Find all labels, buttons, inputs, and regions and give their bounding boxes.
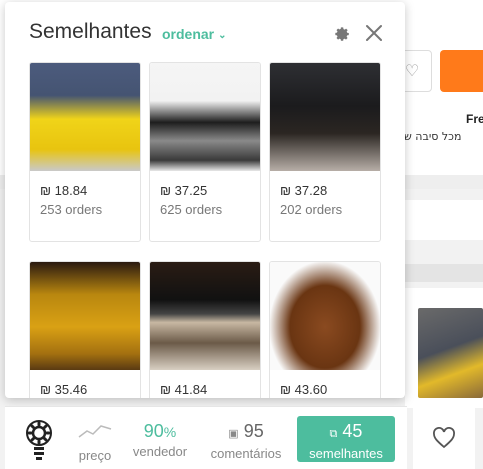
similar-button[interactable]: ⧉ 45 semelhantes: [297, 416, 395, 462]
price-stat[interactable]: preço: [75, 421, 115, 463]
product-card[interactable]: ₪ 37.25 625 orders: [149, 62, 261, 242]
product-card[interactable]: ₪ 37.28 202 orders: [269, 62, 381, 242]
similar-label: semelhantes: [309, 446, 383, 461]
heart-icon: [433, 426, 455, 448]
background-line: [405, 264, 483, 282]
product-image-brown-shoes: [270, 262, 380, 370]
product-price: ₪ 37.28: [280, 183, 328, 198]
product-image-girl-outfit: [150, 63, 260, 171]
background-product-image[interactable]: [418, 308, 483, 398]
comments-stat[interactable]: ▣ 95 comentários: [203, 421, 289, 461]
product-orders: 625 orders: [160, 202, 223, 217]
product-price: ₪ 41.84: [160, 382, 208, 397]
buy-now-button[interactable]: [440, 50, 483, 92]
product-price: ₪ 43.60: [280, 382, 328, 397]
product-image-tan-boots: [30, 262, 140, 370]
favorite-button[interactable]: [413, 406, 475, 469]
similar-products-panel: Semelhantes ordenar ⌄ ₪ 18.84 253 orders…: [5, 2, 405, 398]
product-image-black-boots: [270, 63, 380, 171]
product-card[interactable]: ₪ 18.84 253 orders: [29, 62, 141, 242]
seller-label: vendedor: [132, 444, 188, 459]
product-orders: 253 orders: [40, 202, 103, 217]
price-trend-icon: [78, 425, 112, 438]
camera-icon: ▣: [228, 428, 239, 440]
background-strip: [405, 200, 483, 240]
product-card[interactable]: ₪ 35.46: [29, 261, 141, 398]
product-price: ₪ 37.25: [160, 183, 208, 198]
seller-score-unit: %: [163, 424, 177, 440]
product-orders: 202 orders: [280, 202, 343, 217]
gear-icon[interactable]: [331, 24, 351, 44]
product-price: ₪ 18.84: [40, 183, 88, 198]
price-label: preço: [78, 448, 112, 463]
heart-outline-icon: ♡: [404, 63, 420, 80]
comments-count: 95: [243, 421, 264, 441]
product-image-yellow-boots: [30, 63, 140, 171]
similar-count: 45: [342, 421, 363, 441]
comments-label: comentários: [210, 446, 282, 461]
chevron-down-icon: ⌄: [218, 29, 227, 41]
product-card[interactable]: ₪ 41.84: [149, 261, 261, 398]
product-image-ankle-boots: [150, 262, 260, 370]
free-shipping-label: Fre: [466, 112, 483, 126]
return-policy-text: מכל סיבה ש: [404, 130, 462, 143]
panel-title: Semelhantes: [29, 20, 152, 43]
price-comparison-bar: preço 90% vendedor ▣ 95 comentários ⧉ 45…: [5, 406, 407, 469]
lightbulb-gear-icon[interactable]: [25, 417, 53, 463]
copy-icon: ⧉: [329, 428, 338, 440]
sort-label: ordenar: [162, 26, 215, 42]
seller-stat[interactable]: 90% vendedor: [129, 421, 191, 459]
product-card[interactable]: ₪ 43.60: [269, 261, 381, 398]
product-price: ₪ 35.46: [40, 382, 88, 397]
close-icon[interactable]: [365, 24, 383, 42]
seller-score: 90: [143, 421, 164, 441]
sort-dropdown[interactable]: ordenar ⌄: [162, 26, 227, 42]
